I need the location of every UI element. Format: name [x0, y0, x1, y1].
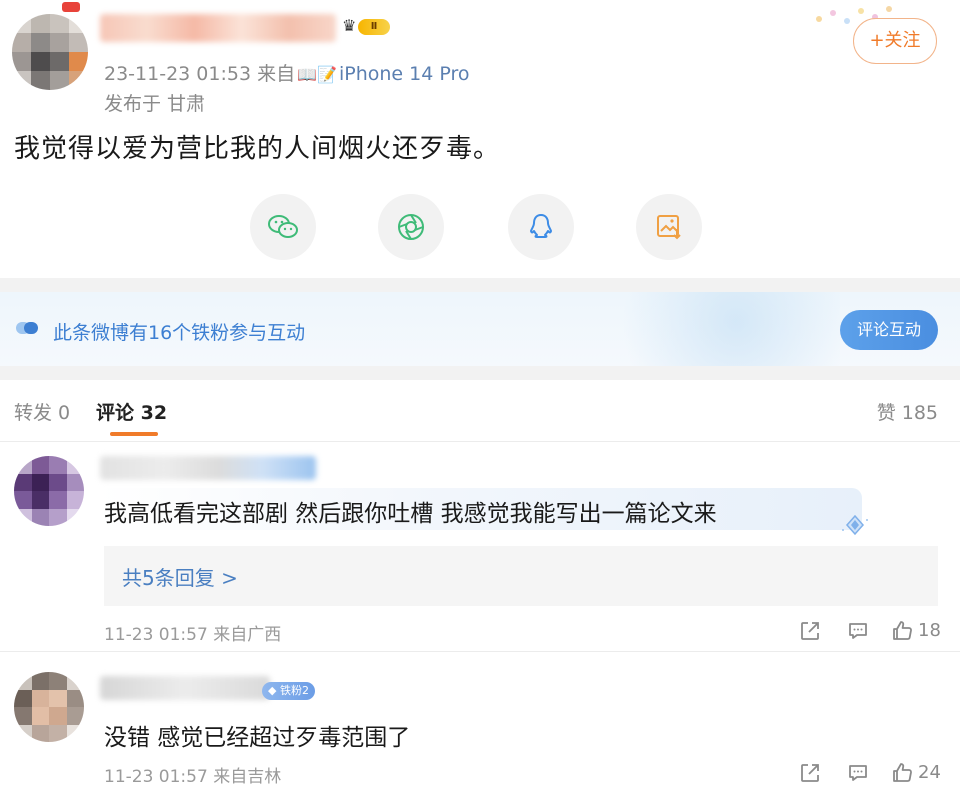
share-qq-button[interactable] — [508, 194, 574, 260]
post-meta: 23-11-23 01:53 来自 📖📝 iPhone 14 Pro — [104, 59, 470, 86]
avatar-pixelated-image — [14, 456, 84, 526]
comment-item: ◆ 铁粉2 没错 感觉已经超过歹毒范围了 11-23 01:57 来自吉林 24 — [0, 652, 960, 793]
comment-like-count: 24 — [918, 762, 941, 783]
fan-interaction-banner[interactable]: 此条微博有16个铁粉参与互动 — [0, 292, 960, 366]
vip-badge: ♛ Ⅱ — [340, 16, 392, 38]
comment-actions: 24 — [798, 761, 941, 785]
post-timestamp: 23-11-23 01:53 — [104, 63, 252, 85]
author-avatar[interactable] — [12, 14, 88, 90]
qq-penguin-icon — [530, 214, 552, 238]
comment-item: 我高低看完这部剧 然后跟你吐槽 我感觉我能写出一篇论文来 共5条回复 > 11-… — [0, 442, 960, 652]
post-text: 我觉得以爱为营比我的人间烟火还歹毒。 — [14, 134, 501, 164]
crown-icon: ♛ — [342, 16, 357, 35]
tab-comment-label: 评论 32 — [96, 402, 168, 424]
avatar-decoration-icon — [62, 2, 80, 12]
section-divider — [0, 278, 960, 292]
comment-text: 没错 感觉已经超过歹毒范围了 — [104, 725, 411, 751]
tab-like[interactable]: 赞 185 — [877, 398, 938, 425]
fan-level-badge: ◆ 铁粉2 — [262, 682, 315, 700]
tab-forward[interactable]: 转发 0 — [14, 398, 70, 425]
avatar-pixelated-image — [14, 672, 84, 742]
avatar-pixelated-image — [12, 14, 88, 90]
thumbs-up-icon — [893, 621, 912, 640]
follow-button[interactable]: +关注 — [853, 18, 937, 64]
reply-comment-button[interactable] — [846, 761, 870, 785]
post-tabs: 转发 0 评论 32 赞 185 — [0, 380, 960, 442]
share-out-icon — [801, 622, 819, 640]
comment-actions: 18 — [798, 619, 941, 643]
vip-level: Ⅱ — [358, 19, 390, 35]
device-emoji-icons: 📖📝 — [297, 65, 337, 84]
comment-meta: 11-23 01:57 来自广西 — [104, 625, 282, 645]
like-comment-button[interactable] — [890, 761, 914, 785]
share-moments-button[interactable] — [378, 194, 444, 260]
commenter-name-blurred[interactable] — [100, 676, 270, 700]
section-divider — [0, 366, 960, 380]
active-tab-indicator — [110, 432, 158, 436]
post-location: 发布于 甘肃 — [104, 93, 206, 115]
fan-double-dot-icon — [16, 322, 38, 334]
comment-bubble-icon — [849, 623, 867, 639]
source-device[interactable]: iPhone 14 Pro — [339, 63, 470, 85]
tab-comment[interactable]: 评论 32 — [96, 398, 168, 436]
repost-comment-button[interactable] — [798, 619, 822, 643]
diamond-decoration-icon — [842, 514, 868, 536]
share-wechat-button[interactable] — [250, 194, 316, 260]
view-replies-link[interactable]: 共5条回复 > — [122, 562, 238, 591]
thumbs-up-icon — [893, 763, 912, 782]
comment-like-count: 18 — [918, 620, 941, 641]
comment-meta: 11-23 01:57 来自吉林 — [104, 767, 282, 787]
commenter-avatar[interactable] — [14, 456, 84, 526]
fan-banner-text: 此条微博有16个铁粉参与互动 — [53, 322, 306, 344]
replies-box[interactable]: 共5条回复 > — [104, 546, 938, 606]
fan-diamond-icon: ◆ — [268, 684, 277, 697]
save-image-icon — [657, 215, 681, 240]
post-header: ♛ Ⅱ 23-11-23 01:53 来自 📖📝 iPhone 14 Pro 发布于… — [0, 0, 960, 120]
author-name-blurred[interactable] — [100, 14, 336, 42]
wechat-icon — [268, 215, 298, 238]
moments-aperture-icon — [398, 214, 424, 240]
like-comment-button[interactable] — [890, 619, 914, 643]
fan-level-label: 铁粉2 — [279, 684, 309, 697]
commenter-avatar[interactable] — [14, 672, 84, 742]
source-prefix: 来自 — [257, 63, 296, 85]
share-row — [0, 194, 960, 260]
banner-decoration — [580, 292, 840, 366]
save-image-button[interactable] — [636, 194, 702, 260]
comment-interact-button[interactable]: 评论互动 — [840, 310, 938, 350]
repost-comment-button[interactable] — [798, 761, 822, 785]
comment-bubble-icon — [849, 765, 867, 781]
reply-comment-button[interactable] — [846, 619, 870, 643]
share-out-icon — [801, 764, 819, 782]
commenter-name-blurred[interactable] — [100, 456, 316, 480]
comment-text: 我高低看完这部剧 然后跟你吐槽 我感觉我能写出一篇论文来 — [104, 501, 717, 527]
